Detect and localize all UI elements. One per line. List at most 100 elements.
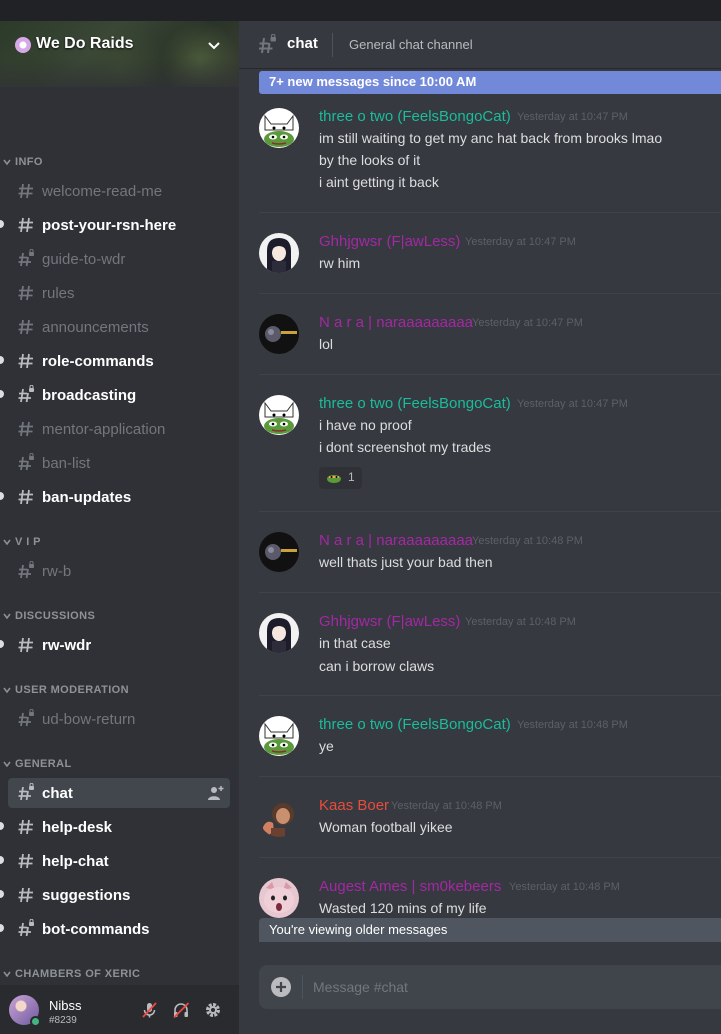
category-label: GENERAL [15,758,72,770]
mute-microphone-icon[interactable] [140,1001,158,1019]
unread-indicator [0,856,4,864]
channel-sidebar: We Do Raids INFO welcome-read-me post-yo… [0,21,239,1034]
channel-name: rw-wdr [42,636,92,654]
locked-hash-icon [18,919,34,937]
avatar[interactable] [259,716,299,756]
channel-rules[interactable]: rules [8,278,230,308]
message-divider [259,212,721,213]
channel-list: INFO welcome-read-me post-your-rsn-here … [0,87,239,980]
hash-icon [18,217,33,233]
message-author[interactable]: three o two (FeelsBongoCat) [319,108,511,125]
message-author[interactable]: Kaas Boer [319,797,389,814]
avatar[interactable] [259,233,299,273]
channel-announcements[interactable]: announcements [8,312,230,342]
message-author[interactable]: three o two (FeelsBongoCat) [319,395,511,412]
channel-name: help-desk [42,818,113,836]
avatar[interactable] [259,878,299,918]
message-divider [259,695,721,696]
reaction-count: 1 [348,470,355,484]
deafen-headphones-icon[interactable] [172,1001,190,1019]
avatar[interactable] [259,613,299,653]
category-discussions[interactable]: DISCUSSIONS [2,608,95,624]
message-timestamp: Yesterday at 10:47 PM [517,111,628,123]
message-text: can i borrow claws [319,658,435,674]
server-header[interactable]: We Do Raids [0,21,239,87]
locked-hash-icon [18,709,34,727]
create-invite-icon[interactable] [208,785,224,801]
message-author[interactable]: Augest Ames | sm0kebeers [319,878,501,895]
avatar[interactable] [259,108,299,148]
message-author[interactable]: N a r a | naraaaaaaaaa [319,314,473,331]
channel-help-desk[interactable]: help-desk [0,812,230,842]
channel-post-your-rsn-here[interactable]: post-your-rsn-here [0,210,230,240]
caret-down-icon [3,539,11,546]
channel-name: ban-updates [42,488,132,506]
message-input[interactable] [313,973,713,1001]
channel-chat[interactable]: chat [8,778,230,808]
message-divider [259,293,721,294]
message-timestamp: Yesterday at 10:48 PM [472,535,583,547]
unread-indicator [0,356,4,364]
channel-ban-updates[interactable]: ban-updates [0,482,230,512]
chat-area: chat General chat channel 7+ new message… [239,21,721,1034]
message-timestamp: Yesterday at 10:48 PM [391,800,502,812]
channel-welcome-read-me[interactable]: welcome-read-me [8,176,230,206]
unread-indicator [0,890,4,898]
hash-icon [18,285,33,301]
locked-hash-icon [18,249,34,267]
category-general[interactable]: GENERAL [2,756,72,772]
channel-guide-to-wdr[interactable]: guide-to-wdr [8,244,230,274]
message-composer [259,965,721,1009]
channel-broadcasting[interactable]: broadcasting [0,380,230,410]
channel-help-chat[interactable]: help-chat [0,846,230,876]
channel-name: post-your-rsn-here [42,216,177,234]
channel-rw-b[interactable]: rw-b [8,556,230,586]
category-chambers-of-xeric[interactable]: CHAMBERS OF XERIC [2,966,140,982]
channel-bot-commands[interactable]: bot-commands [0,914,230,944]
message-timestamp: Yesterday at 10:47 PM [517,398,628,410]
server-boost-icon [15,37,31,53]
avatar[interactable] [259,532,299,572]
channel-name: help-chat [42,852,109,870]
channel-name: ud-bow-return [42,710,136,728]
hash-icon [18,489,33,505]
category-vip[interactable]: V I P [2,534,41,550]
channel-suggestions[interactable]: suggestions [0,880,230,910]
chevron-down-icon[interactable] [206,37,222,53]
message-divider [259,776,721,777]
viewing-older-messages-bar[interactable]: You're viewing older messages [259,918,721,942]
message-divider [259,592,721,593]
avatar[interactable] [259,797,299,837]
older-messages-label: You're viewing older messages [269,922,448,937]
caret-down-icon [3,971,11,978]
settings-gear-icon[interactable] [204,1001,222,1019]
reaction-button[interactable]: 1 [319,467,362,489]
channel-ban-list[interactable]: ban-list [8,448,230,478]
message-author[interactable]: three o two (FeelsBongoCat) [319,716,511,733]
message-author[interactable]: Ghhjgwsr (F|awLess) [319,613,460,630]
channel-ud-bow-return[interactable]: ud-bow-return [8,704,230,734]
channel-rw-wdr[interactable]: rw-wdr [0,630,230,660]
message-timestamp: Yesterday at 10:47 PM [472,317,583,329]
message-text: ye [319,738,334,754]
category-label: CHAMBERS OF XERIC [15,968,141,980]
message-author[interactable]: N a r a | naraaaaaaaaa [319,532,473,549]
message-timestamp: Yesterday at 10:47 PM [465,236,576,248]
message-text: rw him [319,255,361,271]
caret-down-icon [3,159,11,166]
locked-hash-icon [18,783,34,801]
locked-hash-icon [259,34,276,54]
channel-mentor-application[interactable]: mentor-application [8,414,230,444]
new-messages-bar[interactable]: 7+ new messages since 10:00 AM [259,71,721,94]
message-author[interactable]: Ghhjgwsr (F|awLess) [319,233,460,250]
hash-icon [18,887,33,903]
channel-name: mentor-application [42,420,166,438]
window-title-bar [0,0,721,21]
avatar[interactable] [259,395,299,435]
channel-role-commands[interactable]: role-commands [0,346,230,376]
category-user-moderation[interactable]: USER MODERATION [2,682,129,698]
avatar[interactable] [259,314,299,354]
category-info[interactable]: INFO [2,154,43,170]
username: Nibss [49,998,82,1013]
add-attachment-icon[interactable] [270,976,292,998]
